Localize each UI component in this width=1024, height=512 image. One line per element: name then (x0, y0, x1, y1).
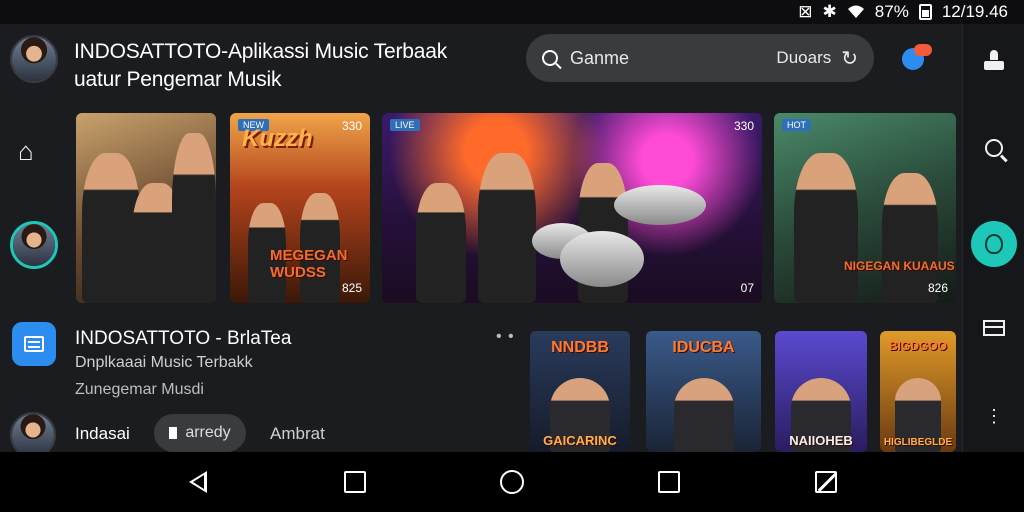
playlist-icon[interactable] (12, 322, 56, 366)
card-number: 825 (341, 281, 362, 295)
search-category[interactable]: Duoars (776, 48, 831, 68)
card-corner-number: 330 (341, 119, 362, 133)
user-avatar[interactable] (10, 221, 58, 269)
card-subtitle: MEGEGAN WUDSS (270, 247, 348, 281)
profile-avatar[interactable] (10, 35, 58, 83)
more-options-icon[interactable]: • • (496, 328, 515, 346)
card-subtitle: NIGEGAN KUAAUS (844, 259, 955, 273)
search-bar[interactable]: Ganme Duoars ↻ (526, 34, 874, 82)
featured-card-large[interactable]: LIVE 330 07 (382, 113, 762, 303)
square-icon (657, 471, 680, 493)
circle-icon (499, 470, 524, 494)
artist-figure (416, 183, 466, 303)
ready-chip[interactable]: arredy (154, 414, 246, 452)
section-title: INDOSATTOTO - BrlaTea (75, 328, 292, 349)
clock: 12/19.46 (941, 2, 1008, 21)
rail-more-button[interactable]: ⋮ (963, 394, 1024, 438)
card-icon (983, 320, 1005, 336)
artist-figure (673, 378, 734, 452)
album-poster[interactable]: NAIIOHEB (775, 331, 867, 452)
section-caption: Zunegemar Musdi (75, 381, 204, 398)
search-icon (985, 139, 1003, 157)
card-number: 826 (927, 281, 948, 295)
search-input[interactable]: Ganme (570, 48, 776, 69)
featured-card[interactable]: NEW 330 Kuzzh MEGEGAN WUDSS 825 (230, 113, 370, 303)
nav-overview-button[interactable] (649, 462, 689, 502)
app-title: INDOSATTOTO-Aplikassi Music Terbaak uatu… (74, 40, 448, 91)
poster-caption: GAICARINC (543, 433, 617, 448)
rail-search-button[interactable] (963, 126, 1024, 170)
card-corner-number: 330 (733, 119, 754, 133)
featured-card[interactable] (76, 113, 216, 303)
rail-active-button[interactable] (971, 221, 1017, 267)
wifi-icon (847, 5, 864, 18)
system-nav-bar (0, 452, 1024, 512)
nav-back-button[interactable] (178, 462, 218, 502)
status-bar: ⊠ ✱ 87% 12/19.46 (0, 0, 1024, 24)
poster-caption: HIGLIBEGLDE (883, 437, 953, 448)
album-poster[interactable]: BIGDGOO HIGLIBEGLDE (880, 331, 956, 452)
album-poster[interactable]: IDUCBA (646, 331, 761, 452)
section-subtitle: Dnplkaaai Music Terbakk (75, 354, 253, 371)
nav-home-button[interactable] (492, 462, 532, 502)
album-poster[interactable]: NNDBB GAICARINC (530, 331, 630, 452)
artist-figure (478, 153, 536, 303)
drum-kit (560, 231, 644, 287)
card-badge: HOT (782, 119, 811, 131)
nav-edit-button[interactable] (806, 462, 846, 502)
artist-figure (172, 133, 216, 303)
main-content: INDOSATTOTO-Aplikassi Music Terbaak uatu… (0, 24, 962, 458)
rail-stamp-button[interactable] (963, 38, 1024, 82)
user-name: Indasai (75, 424, 130, 443)
edit-icon (814, 471, 837, 493)
battery-percent: 87% (874, 2, 909, 21)
card-badge: LIVE (390, 119, 420, 131)
poster-caption: NAIIOHEB (789, 433, 853, 448)
card-title: Kuzzh (242, 125, 313, 152)
square-icon (344, 471, 367, 493)
card-number: 07 (740, 281, 754, 295)
poster-title: BIGDGOO (888, 339, 947, 353)
more-vertical-icon: ⋮ (985, 405, 1003, 426)
artist-figure (794, 153, 858, 303)
featured-card[interactable]: HOT NIGEGAN KUAAUS 826 (774, 113, 956, 303)
bluetooth-icon: ✱ (822, 2, 837, 21)
poster-title: NNDBB (551, 339, 609, 356)
rail-card-button[interactable] (963, 306, 1024, 350)
battery-icon (918, 4, 932, 20)
ready-chip-label: arredy (185, 424, 231, 441)
app-logo-icon[interactable] (900, 42, 934, 74)
stamp-icon (984, 50, 1004, 70)
nfc-icon: ⊠ (798, 2, 813, 21)
right-nav-rail: ⋮ (962, 24, 1024, 452)
shield-icon (985, 234, 1003, 254)
cymbal (614, 185, 706, 225)
bookmark-icon (169, 427, 178, 439)
poster-title: IDUCBA (672, 339, 735, 356)
back-triangle-icon (189, 471, 208, 493)
search-icon (542, 50, 558, 66)
back-icon[interactable]: ⌂ (18, 136, 34, 167)
browse-link[interactable]: Ambrat (270, 424, 325, 444)
nav-recents-button[interactable] (335, 462, 375, 502)
refresh-icon[interactable]: ↻ (841, 46, 858, 71)
